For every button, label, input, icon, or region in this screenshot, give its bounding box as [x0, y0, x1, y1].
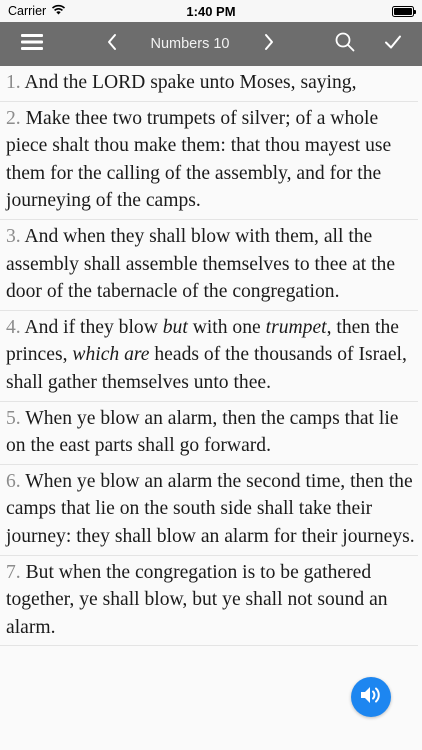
status-right	[392, 5, 416, 17]
verse-text: When ye blow an alarm the second time, t…	[6, 470, 415, 547]
verse-number: 4.	[6, 316, 21, 338]
wifi-icon	[51, 4, 66, 18]
verse-text: Make thee two trumpets of silver; of a w…	[6, 107, 392, 212]
next-chapter-button[interactable]	[253, 22, 285, 66]
verse-item[interactable]: 7. But when the congregation is to be ga…	[0, 556, 418, 647]
audio-play-button[interactable]	[351, 677, 391, 717]
verse-item[interactable]: 2. Make thee two trumpets of silver; of …	[0, 102, 418, 220]
menu-icon	[20, 32, 44, 57]
verse-number: 5.	[6, 407, 21, 429]
chevron-left-icon	[106, 33, 118, 56]
checkmark-icon	[384, 34, 402, 55]
verse-number: 6.	[6, 470, 21, 492]
search-button[interactable]	[328, 22, 362, 66]
verse-number: 2.	[6, 107, 21, 129]
verse-number: 3.	[6, 225, 21, 247]
verse-text: When ye blow an alarm, then the camps th…	[6, 407, 399, 457]
verse-text: And when they shall blow with them, all …	[6, 225, 396, 303]
carrier-label: Carrier	[8, 4, 47, 18]
status-left: Carrier	[8, 4, 66, 18]
menu-button[interactable]	[10, 22, 54, 66]
verse-text-italic: trumpet	[265, 316, 327, 338]
speaker-icon	[359, 684, 383, 711]
verse-item[interactable]: 1. And the LORD spake unto Moses, saying…	[0, 66, 418, 102]
verse-text-italic: but	[162, 316, 188, 338]
verse-number: 7.	[6, 561, 21, 583]
verse-item[interactable]: 5. When ye blow an alarm, then the camps…	[0, 402, 418, 465]
verse-text: with one	[187, 316, 266, 338]
verse-item[interactable]: 3. And when they shall blow with them, a…	[0, 220, 418, 311]
chapter-title[interactable]: Numbers 10	[140, 22, 240, 66]
chevron-right-icon	[263, 33, 275, 56]
verse-list[interactable]: 1. And the LORD spake unto Moses, saying…	[0, 66, 422, 750]
status-bar: Carrier 1:40 PM	[0, 0, 422, 22]
verse-text: And the LORD spake unto Moses, saying,	[20, 72, 357, 93]
verse-item[interactable]: 4. And if they blow but with one trumpet…	[0, 311, 418, 402]
done-button[interactable]	[376, 22, 410, 66]
previous-chapter-button[interactable]	[96, 22, 128, 66]
verse-number: 1.	[6, 72, 21, 93]
verse-text: But when the congregation is to be gathe…	[6, 561, 388, 638]
navigation-bar: Numbers 10	[0, 22, 422, 66]
verse-item[interactable]: 6. When ye blow an alarm the second time…	[0, 465, 418, 556]
verse-text-italic: which are	[72, 344, 150, 366]
search-icon	[334, 31, 356, 58]
verse-text: And if they blow	[20, 316, 163, 338]
battery-icon	[392, 5, 416, 17]
